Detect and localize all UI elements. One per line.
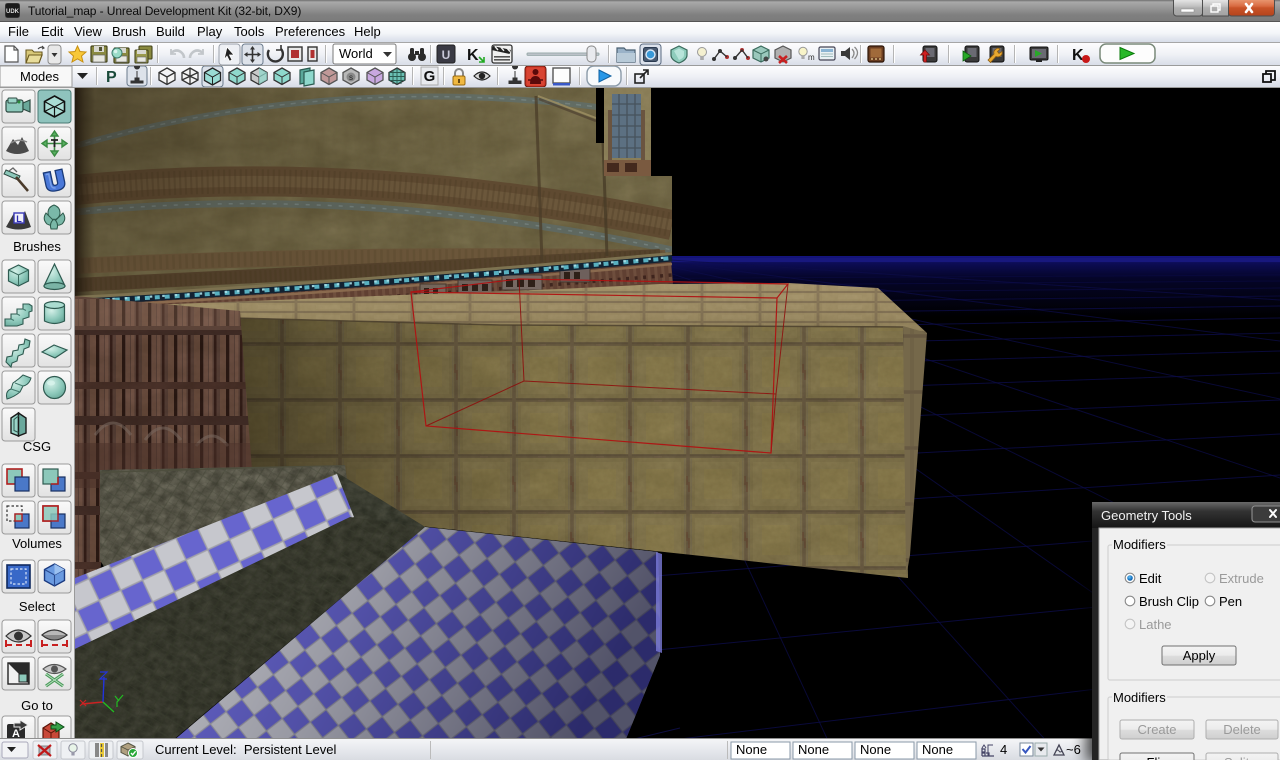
- svg-text:Current Level: Persistent Lev: Current Level: Persistent Level: [155, 742, 336, 757]
- svg-text:Create: Create: [1137, 722, 1176, 737]
- svg-text:4: 4: [1000, 742, 1007, 757]
- svg-text:Modifiers: Modifiers: [1113, 690, 1166, 705]
- svg-text:U: U: [442, 48, 451, 62]
- svg-text:A: A: [12, 728, 20, 738]
- svg-text:Brushes: Brushes: [13, 239, 61, 254]
- svg-text:Go to: Go to: [21, 698, 53, 713]
- svg-text:Modes: Modes: [20, 69, 60, 84]
- svg-text:Split...: Split...: [1224, 755, 1260, 760]
- svg-text:UDK: UDK: [6, 9, 20, 15]
- svg-text:Edit: Edit: [1139, 571, 1162, 586]
- svg-text:Apply: Apply: [1183, 648, 1216, 663]
- svg-text:Delete: Delete: [1223, 722, 1261, 737]
- svg-text:s: s: [349, 73, 353, 82]
- svg-text:Extrude: Extrude: [1219, 571, 1264, 586]
- svg-text:K: K: [1072, 47, 1084, 64]
- svg-text:Modifiers: Modifiers: [1113, 537, 1166, 552]
- svg-text:Pen: Pen: [1219, 594, 1242, 609]
- svg-text:P: P: [106, 69, 117, 86]
- svg-text:m: m: [808, 53, 815, 62]
- svg-text:~6: ~6: [1066, 742, 1081, 757]
- svg-text:None: None: [860, 742, 891, 757]
- svg-text:None: None: [922, 742, 953, 757]
- svg-text:Select: Select: [19, 599, 56, 614]
- svg-text:Volumes: Volumes: [12, 536, 62, 551]
- svg-text:Geometry Tools: Geometry Tools: [1101, 508, 1192, 523]
- svg-text:K: K: [467, 47, 479, 64]
- svg-text:Lathe: Lathe: [1139, 617, 1172, 632]
- svg-text:L: L: [16, 214, 22, 224]
- svg-text:None: None: [798, 742, 829, 757]
- svg-text:Flip: Flip: [1147, 755, 1168, 760]
- svg-text:G: G: [424, 68, 436, 85]
- svg-text:None: None: [736, 742, 767, 757]
- svg-text:World: World: [339, 46, 373, 61]
- svg-text:CSG: CSG: [23, 439, 51, 454]
- svg-text:Brush Clip: Brush Clip: [1139, 594, 1199, 609]
